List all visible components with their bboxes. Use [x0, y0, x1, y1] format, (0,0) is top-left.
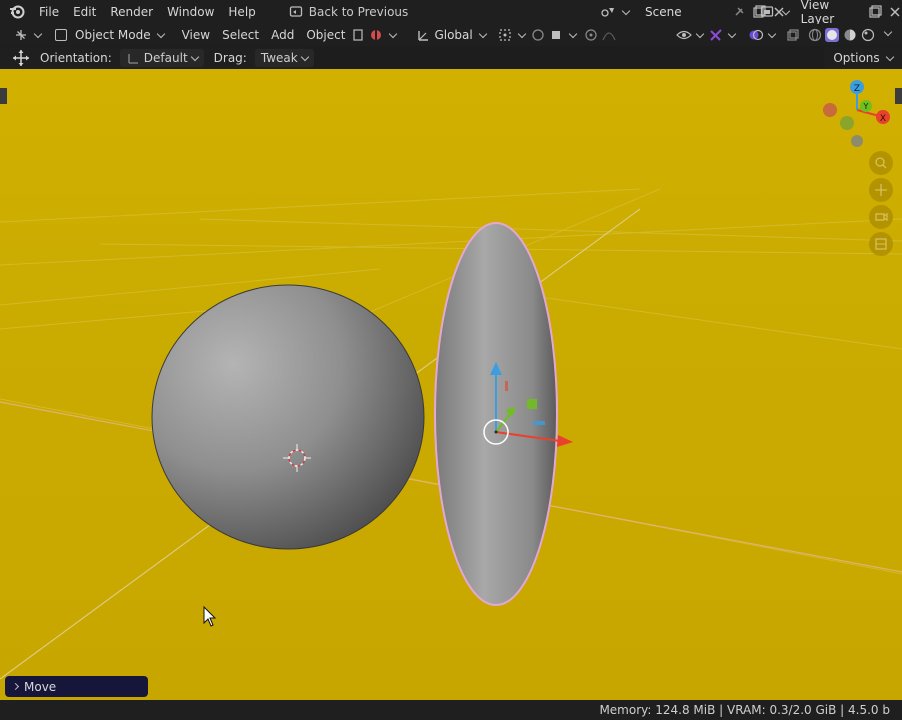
view-layer-chevron-icon: [781, 6, 790, 15]
scene-name: Scene: [645, 5, 682, 19]
status-bar: Memory: 124.8 MiB | VRAM: 0.3/2.0 GiB | …: [0, 700, 902, 720]
orientation-value: Default: [143, 51, 188, 65]
gizmo-icon: [708, 28, 722, 42]
wireframe-shading-icon[interactable]: [808, 28, 822, 42]
solid-shading-icon[interactable]: [825, 28, 839, 42]
snap-dropdown[interactable]: [365, 28, 400, 42]
object-mode-dropdown[interactable]: Object Mode: [51, 28, 168, 42]
falloff-icon[interactable]: [602, 28, 616, 42]
snap-target-chevron-icon: [568, 29, 577, 38]
orientation-dropdown[interactable]: Default: [119, 49, 204, 67]
back-to-previous-button[interactable]: Back to Previous: [283, 5, 415, 19]
options-chevron-icon: [885, 52, 894, 61]
default-orientation-icon: [126, 51, 140, 65]
move-operator-panel[interactable]: Move: [5, 676, 148, 697]
move-operator-label: Move: [24, 679, 57, 694]
editor-type-chevron-icon: [33, 29, 43, 38]
viewport-scene: Z Y X: [0, 69, 902, 700]
drag-value: Tweak: [260, 51, 298, 65]
menu-file[interactable]: File: [32, 0, 66, 24]
back-to-previous-label: Back to Previous: [308, 5, 409, 19]
gizmo-y-label: Y: [863, 102, 869, 111]
object-type-icon[interactable]: [351, 28, 365, 42]
toolbar-toggle-tab[interactable]: [0, 88, 7, 104]
menu-add[interactable]: Add: [265, 28, 300, 42]
options-label: Options: [833, 51, 880, 65]
3d-viewport[interactable]: Z Y X: [0, 69, 902, 700]
snapping-toggle-icon[interactable]: [531, 28, 545, 42]
drag-label: Drag:: [213, 51, 247, 65]
rendered-shading-icon[interactable]: [861, 28, 875, 42]
menu-object[interactable]: Object: [300, 28, 351, 42]
pan-view-button[interactable]: [869, 178, 893, 202]
viewport-header: Object Mode View Select Add Object Globa…: [0, 24, 902, 46]
pivot-chevron-icon: [517, 29, 526, 38]
drag-chevron-icon: [300, 52, 309, 61]
shading-options-chevron-icon[interactable]: [883, 27, 893, 37]
view-layer-icon: [760, 5, 774, 19]
snap-chevron-icon: [389, 29, 398, 38]
zoom-view-button[interactable]: [869, 151, 893, 175]
visibility-dropdown[interactable]: [672, 28, 707, 42]
scene-dropdown-chevron-icon: [621, 6, 631, 15]
top-menu-bar: File Edit Render Window Help Back to Pre…: [0, 0, 902, 26]
proportional-editing-icon[interactable]: [584, 28, 598, 42]
menu-window[interactable]: Window: [160, 0, 221, 24]
scene-selector[interactable]: Scene: [600, 0, 786, 24]
object-mode-label: Object Mode: [75, 28, 151, 42]
scene-icon: [600, 5, 614, 19]
options-dropdown[interactable]: Options: [824, 47, 902, 69]
back-screen-icon: [289, 5, 303, 19]
menu-select[interactable]: Select: [216, 28, 265, 42]
overlays-chevron-icon: [767, 29, 777, 38]
global-axes-icon: [416, 28, 430, 42]
new-view-layer-icon[interactable]: [868, 5, 882, 19]
sphere-object: [151, 284, 425, 550]
editor-type-dropdown[interactable]: [10, 28, 45, 42]
menu-help[interactable]: Help: [221, 0, 262, 24]
perspective-toggle-button[interactable]: [869, 232, 893, 256]
snap-target-icon: [549, 28, 563, 42]
object-mode-chevron-icon: [156, 29, 165, 38]
status-memory-text: Memory: 124.8 MiB | VRAM: 0.3/2.0 GiB | …: [599, 703, 890, 717]
visibility-chevron-icon: [695, 29, 705, 38]
snap-magnet-icon: [369, 28, 383, 42]
orientation-chevron-icon: [190, 52, 199, 61]
material-preview-shading-icon[interactable]: [843, 28, 857, 42]
view-layer-selector[interactable]: View Layer: [760, 0, 902, 26]
pivot-point-icon: [498, 28, 512, 42]
orientation-label: Orientation:: [40, 51, 112, 65]
visibility-eye-icon: [676, 28, 692, 42]
pin-icon[interactable]: [732, 5, 746, 19]
menu-view[interactable]: View: [176, 28, 216, 42]
blender-logo-icon[interactable]: [8, 3, 26, 21]
transform-orientation-chevron-icon: [478, 29, 487, 38]
tool-settings-bar: Orientation: Default Drag: Tweak: [0, 47, 314, 69]
object-mode-icon: [55, 29, 67, 41]
gizmo-z-label: Z: [854, 84, 860, 94]
menu-edit[interactable]: Edit: [66, 0, 103, 24]
pivot-point-dropdown[interactable]: [494, 28, 529, 42]
xray-toggle-icon[interactable]: [786, 28, 800, 42]
move-tool-icon: [12, 49, 30, 67]
camera-view-button[interactable]: [869, 205, 893, 229]
gizmo-dropdown[interactable]: [704, 28, 739, 42]
overlays-dropdown[interactable]: [744, 28, 779, 42]
gizmo-chevron-icon: [727, 29, 737, 38]
overlays-icon: [748, 28, 764, 42]
drag-dropdown[interactable]: Tweak: [254, 49, 314, 67]
sidebar-toggle-tab[interactable]: [895, 88, 902, 104]
view-layer-name: View Layer: [800, 0, 835, 26]
expand-chevron-icon: [11, 682, 20, 691]
transform-orientation-dropdown[interactable]: Global: [412, 28, 489, 42]
transform-orientation-label: Global: [434, 28, 473, 42]
3d-viewport-editor-icon: [14, 28, 28, 42]
gizmo-x-label: X: [880, 114, 886, 124]
snap-target-dropdown[interactable]: [545, 28, 580, 42]
menu-render[interactable]: Render: [103, 0, 160, 24]
delete-view-layer-icon[interactable]: [888, 5, 902, 19]
